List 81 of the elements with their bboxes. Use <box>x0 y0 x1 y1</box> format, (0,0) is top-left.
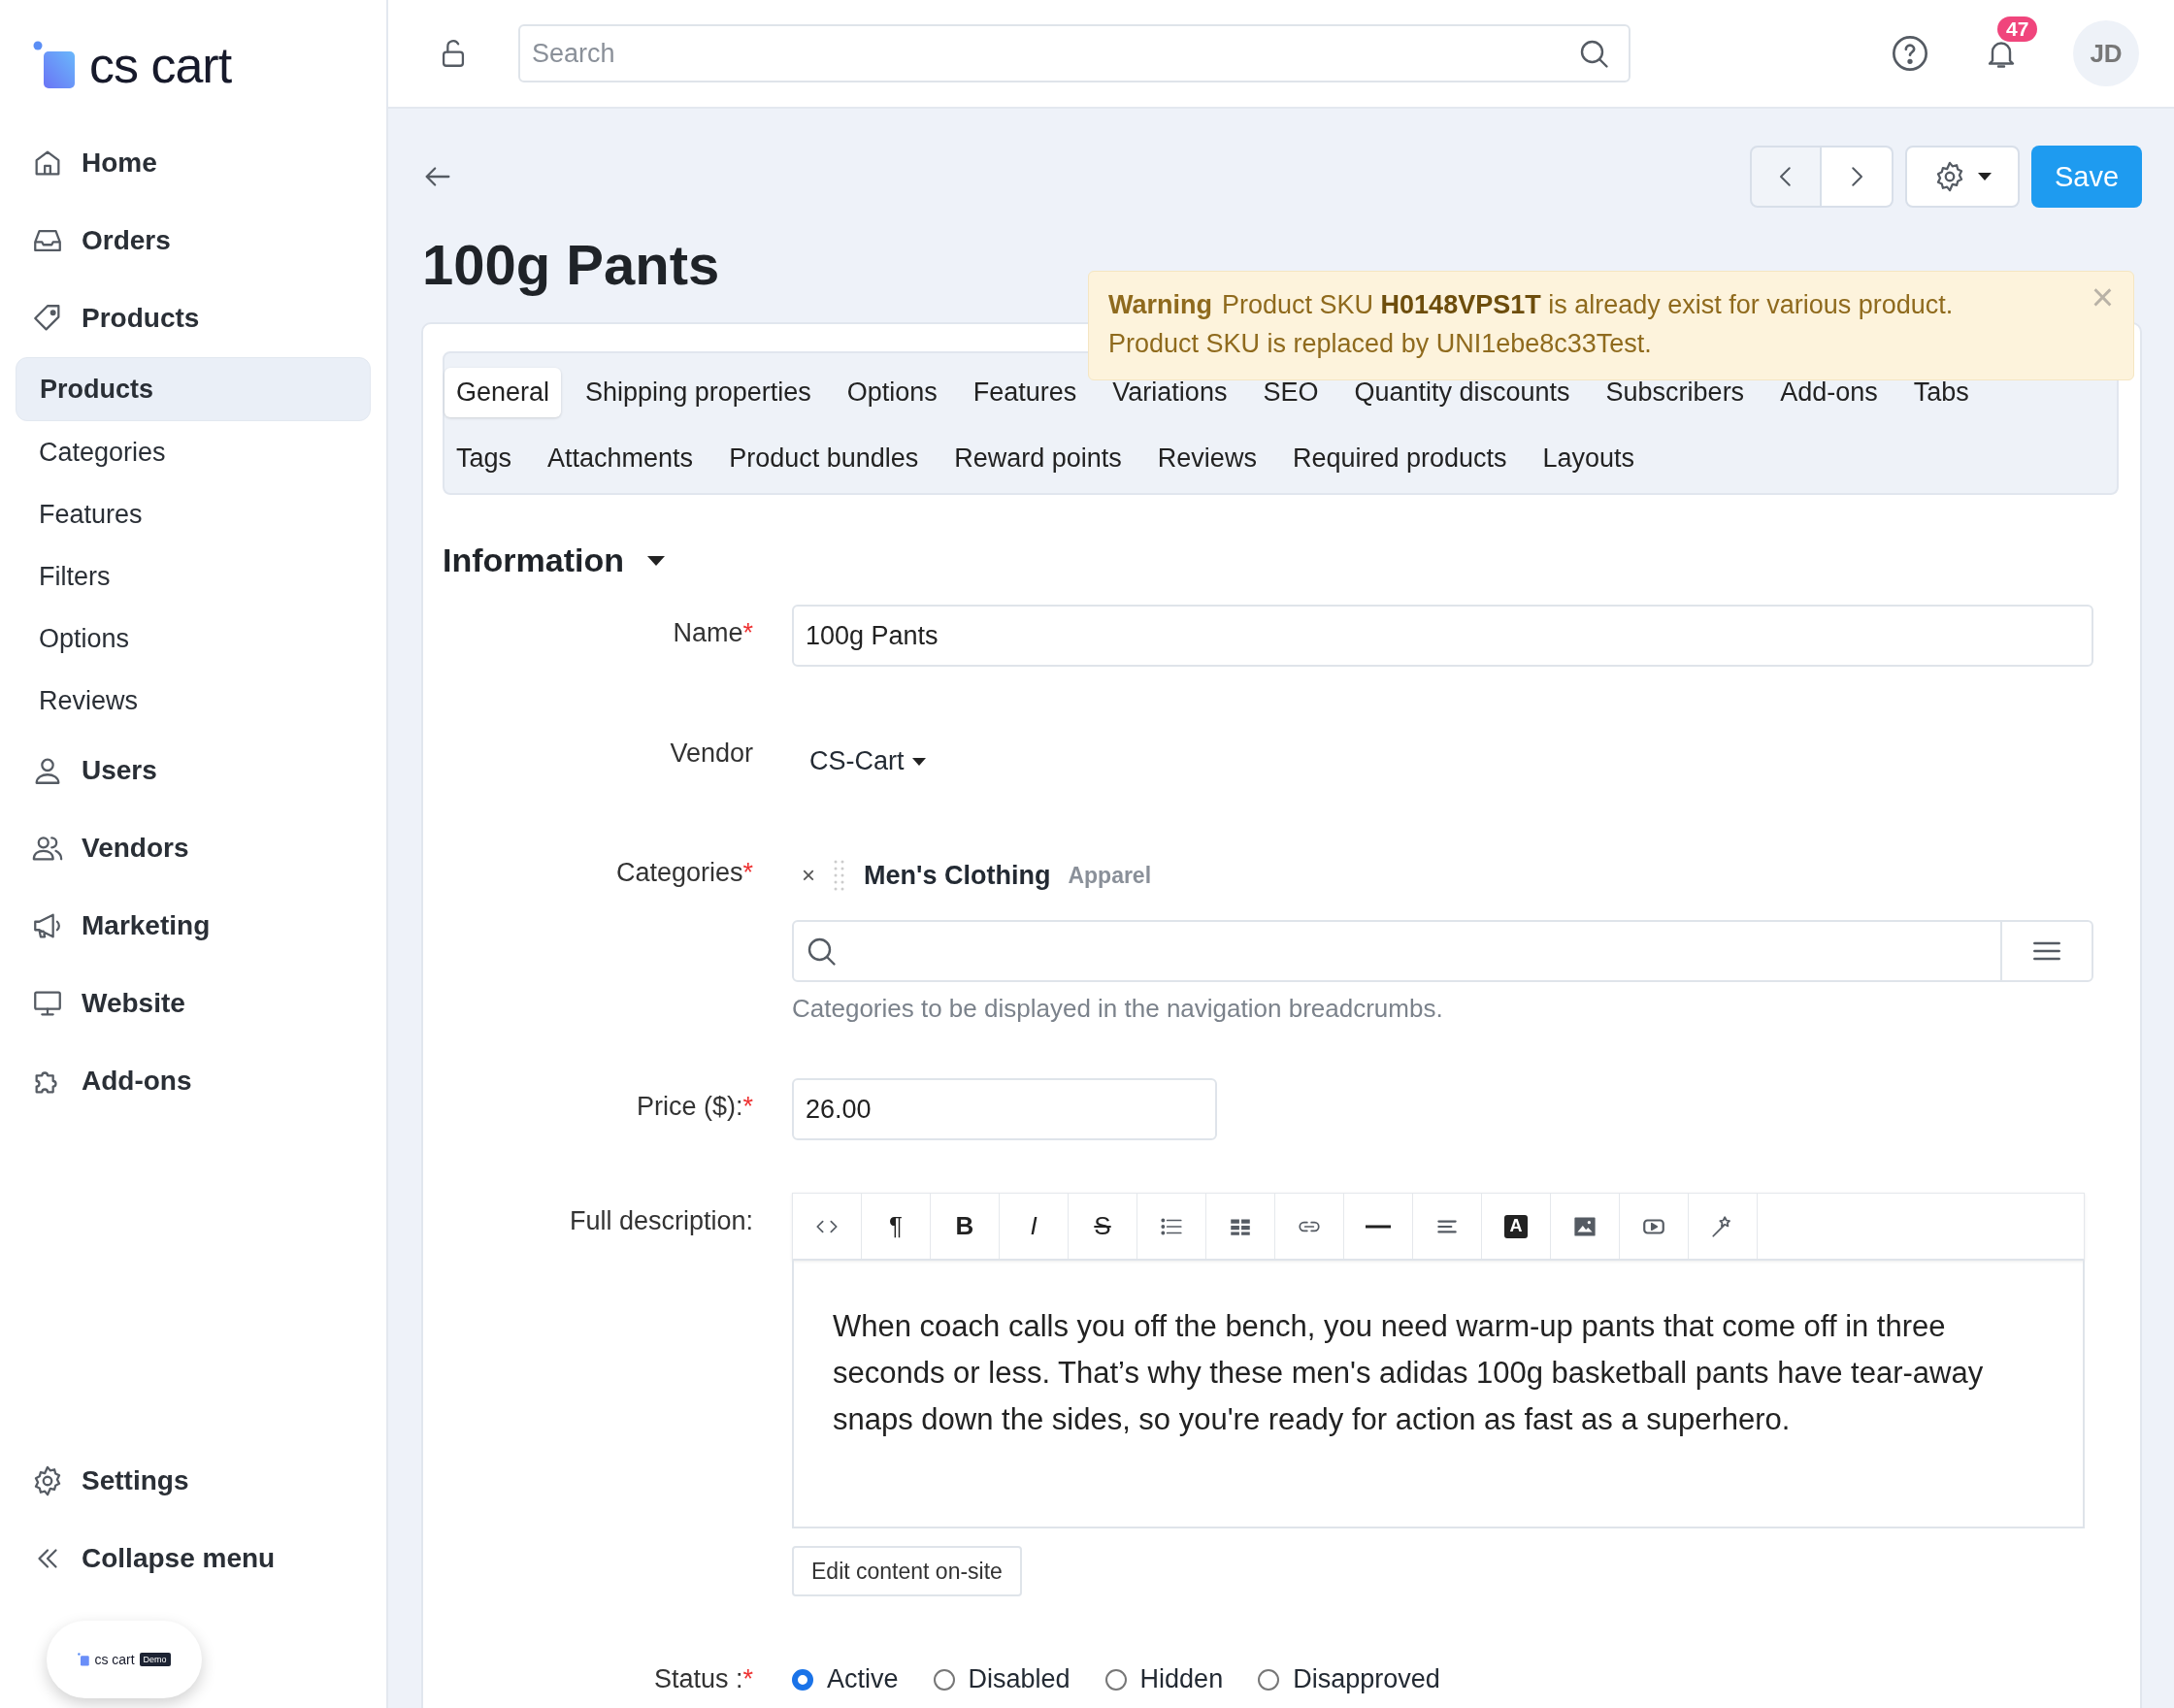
demo-tag: Demo <box>139 1653 171 1666</box>
tab[interactable]: Tags <box>445 433 524 483</box>
tab[interactable]: Attachments <box>536 433 706 483</box>
rule-icon <box>1366 1224 1391 1229</box>
radio-label: Disabled <box>968 1664 1071 1694</box>
price-field[interactable]: 26.00 <box>792 1078 1217 1140</box>
field-label: Price ($): <box>636 1092 743 1121</box>
logo-icon <box>33 41 76 89</box>
logo-text: cs cart <box>94 1652 135 1667</box>
search-field[interactable]: Search <box>518 24 1630 82</box>
page-title: 100g Pants <box>422 232 720 298</box>
tab[interactable]: Shipping properties <box>574 367 823 417</box>
sidebar-item[interactable]: Settings <box>16 1442 371 1520</box>
tab[interactable]: Required products <box>1280 433 1519 483</box>
radio-label: Hidden <box>1139 1664 1224 1694</box>
tab[interactable]: Reward points <box>942 433 1134 483</box>
radio-button[interactable] <box>1258 1668 1280 1691</box>
required-mark: * <box>742 858 753 887</box>
radio-label: Active <box>827 1664 899 1694</box>
remove-button[interactable]: × <box>802 862 815 889</box>
radio-button[interactable] <box>933 1668 955 1691</box>
description-editor[interactable]: When coach calls you off the bench, you need warm-up pants that come off in three seconds or less. That’s why these men's adidas 100g basketball pants have tear-away snaps down the sides, so you're ready for action as fast as a superhero. <box>792 1261 2085 1528</box>
tab[interactable]: Options <box>835 367 949 417</box>
category-parent: Apparel <box>1068 862 1152 889</box>
sidebar-subitem[interactable]: Products <box>16 357 371 421</box>
vendor-dropdown[interactable]: CS-Cart <box>792 725 926 776</box>
name-field[interactable]: 100g Pants <box>792 605 2093 667</box>
field-label: Vendor <box>670 739 753 768</box>
help-icon <box>1891 34 1929 73</box>
notification-badge: 47 <box>1997 16 2038 42</box>
sidebar-item[interactable]: Website <box>16 965 371 1042</box>
warning-title: Warning <box>1108 290 1212 319</box>
tab[interactable]: Features <box>961 367 1089 417</box>
logo-icon <box>78 1653 90 1666</box>
sidebar-subitem[interactable]: Filters <box>16 545 371 608</box>
sidebar-item[interactable]: Home <box>16 124 371 202</box>
sidebar-item[interactable]: Collapse menu <box>16 1520 371 1597</box>
sidebar-item[interactable]: Users <box>16 732 371 809</box>
radio-button[interactable] <box>1104 1668 1127 1691</box>
demo-badge[interactable]: cs cart Demo <box>47 1621 202 1698</box>
warning-message: Product SKU is replaced by UNI1ebe8c33Test. <box>1108 329 1652 358</box>
required-mark: * <box>742 618 753 647</box>
required-mark: * <box>742 1092 753 1121</box>
drag-handle-icon[interactable] <box>833 859 846 892</box>
category-name: Men's Clothing <box>864 860 1051 891</box>
warning-message: Product SKU H0148VPS1T is already exist for various product. <box>1222 290 1954 319</box>
bold-button[interactable]: B <box>931 1194 1000 1259</box>
help-text: Categories to be displayed in the navigation breadcrumbs. <box>792 994 1444 1024</box>
sidebar-item[interactable]: Add-ons <box>16 1042 371 1120</box>
logo-text: cs cart <box>89 36 232 94</box>
sidebar-item[interactable]: Products <box>16 279 371 357</box>
edit-button[interactable]: Edit content on-site <box>792 1546 1022 1596</box>
tab[interactable]: Reviews <box>1145 433 1268 483</box>
tab[interactable]: General <box>445 367 562 417</box>
sidebar-subitem[interactable]: Features <box>16 483 371 545</box>
caret-icon <box>911 757 926 766</box>
category-search-field[interactable] <box>792 920 2093 982</box>
sidebar-item[interactable]: Orders <box>16 202 371 279</box>
sidebar-item[interactable]: Vendors <box>16 809 371 887</box>
tab[interactable]: Product bundles <box>717 433 931 483</box>
field-label: Status : <box>653 1664 743 1693</box>
field-label: Name <box>673 618 743 647</box>
sidebar-subitem[interactable]: Options <box>16 608 371 670</box>
paragraph-button[interactable]: ¶ <box>862 1194 931 1259</box>
radio-button[interactable] <box>792 1668 813 1691</box>
field-label: Full description: <box>569 1206 753 1235</box>
strikethrough-button[interactable]: S <box>1069 1194 1137 1259</box>
tab[interactable]: Layouts <box>1531 433 1647 483</box>
caret-icon <box>1978 173 1992 181</box>
required-mark: * <box>742 1664 753 1693</box>
text-color-button[interactable]: A <box>1482 1194 1551 1259</box>
user-avatar[interactable]: JD <box>2073 20 2139 86</box>
sidebar-subitem[interactable]: Categories <box>16 421 371 483</box>
sidebar-subitem[interactable]: Reviews <box>16 670 371 732</box>
caret-icon[interactable] <box>647 555 665 566</box>
section-title: Information <box>443 542 624 579</box>
italic-button[interactable]: I <box>1000 1194 1069 1259</box>
radio-label: Disapproved <box>1293 1664 1440 1694</box>
sidebar-item[interactable]: Marketing <box>16 887 371 965</box>
settings-button[interactable] <box>1905 146 2020 208</box>
field-label: Categories <box>615 858 743 887</box>
